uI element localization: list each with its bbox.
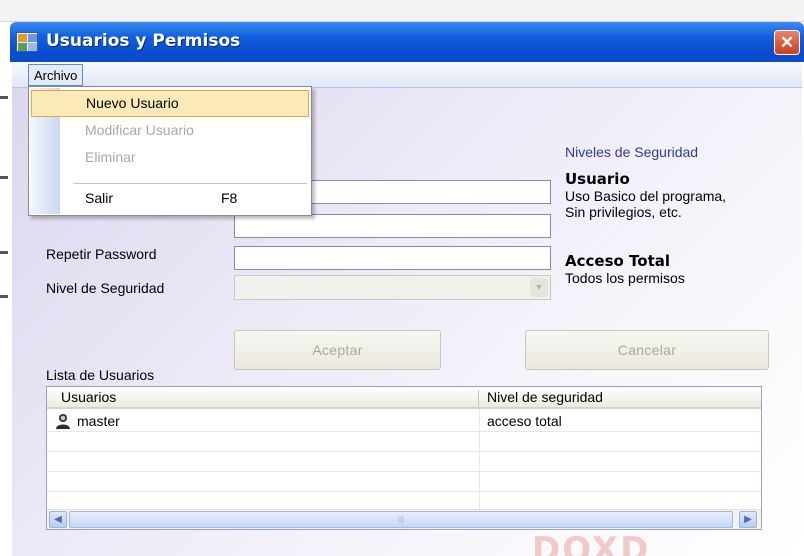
scroll-right-button[interactable]: ▶ (739, 511, 757, 528)
window-title: Usuarios y Permisos (46, 31, 241, 51)
column-header-nivel[interactable]: Nivel de seguridad (487, 387, 603, 408)
archivo-dropdown-menu: Nuevo Usuario Modificar Usuario Eliminar… (28, 86, 312, 216)
watermark: DOXD (532, 530, 651, 556)
grid-line (47, 431, 761, 432)
horizontal-scrollbar[interactable]: ◀ ||| ▶ (47, 509, 761, 529)
usuarios-permisos-window: Usuarios y Permisos ✕ Archivo Repetir Pa… (10, 22, 804, 556)
menu-item-salir[interactable]: Salir F8 (31, 186, 309, 213)
menu-item-eliminar[interactable]: Eliminar (31, 145, 309, 172)
niveles-seguridad-title: Niveles de Seguridad (565, 144, 699, 160)
repetir-password-input[interactable] (234, 246, 551, 270)
nivel-seguridad-label: Nivel de Seguridad (46, 280, 165, 296)
background-mark (0, 96, 8, 99)
app-icon (16, 32, 38, 52)
menu-item-label: Salir (85, 190, 114, 206)
acceso-total-desc: Todos los permisos (565, 270, 685, 286)
menu-bar: Archivo (12, 62, 802, 88)
menu-archivo[interactable]: Archivo (28, 64, 84, 86)
close-icon: ✕ (779, 33, 795, 52)
cancelar-button[interactable]: Cancelar (525, 330, 769, 370)
background-mark (0, 176, 8, 179)
usuario-level-heading: Usuario (565, 170, 630, 188)
arrow-left-icon: ◀ (54, 514, 62, 525)
menu-item-modificar-usuario[interactable]: Modificar Usuario (31, 118, 309, 145)
background-window-strip (0, 0, 804, 22)
menu-item-label: Eliminar (85, 149, 136, 165)
column-divider[interactable] (761, 390, 762, 406)
row-usuario: master (77, 413, 120, 429)
usuario-level-desc: Sin privilegios, etc. (565, 204, 682, 220)
window-client-area: Archivo Repetir Password Nivel de Seguri… (12, 62, 802, 556)
row-nivel: acceso total (487, 413, 562, 429)
nivel-seguridad-select[interactable]: ▼ (234, 275, 551, 300)
repetir-password-label: Repetir Password (46, 246, 157, 262)
grid-line (761, 409, 762, 509)
table-row[interactable]: master acceso total (47, 411, 761, 431)
menu-item-label: Nuevo Usuario (86, 95, 179, 111)
users-list-view[interactable]: Usuarios Nivel de seguridad master acces… (46, 386, 762, 530)
title-bar[interactable]: Usuarios y Permisos ✕ (10, 22, 804, 62)
arrow-right-icon: ▶ (744, 514, 752, 525)
column-header-usuarios[interactable]: Usuarios (61, 387, 116, 408)
grid-line (47, 491, 761, 492)
scroll-left-button[interactable]: ◀ (49, 511, 67, 528)
lista-usuarios-label: Lista de Usuarios (46, 367, 155, 383)
scroll-thumb[interactable]: ||| (69, 511, 733, 528)
menu-item-nuevo-usuario[interactable]: Nuevo Usuario (31, 90, 309, 117)
chevron-down-icon[interactable]: ▼ (530, 278, 548, 297)
background-mark (0, 295, 8, 298)
grid-line (47, 471, 761, 472)
menu-item-shortcut: F8 (221, 190, 238, 206)
user-icon (56, 414, 70, 429)
column-divider[interactable] (478, 390, 479, 406)
grid-line (47, 451, 761, 452)
menu-separator (73, 183, 307, 184)
grip-icon: ||| (397, 515, 405, 524)
menu-item-label: Modificar Usuario (85, 122, 194, 138)
password-input[interactable] (234, 214, 551, 238)
acceso-total-heading: Acceso Total (565, 252, 670, 270)
background-mark (0, 251, 8, 254)
list-header: Usuarios Nivel de seguridad (47, 387, 762, 409)
aceptar-button[interactable]: Aceptar (234, 330, 441, 370)
close-button[interactable]: ✕ (774, 30, 800, 55)
usuario-level-desc: Uso Basico del programa, (565, 188, 727, 204)
